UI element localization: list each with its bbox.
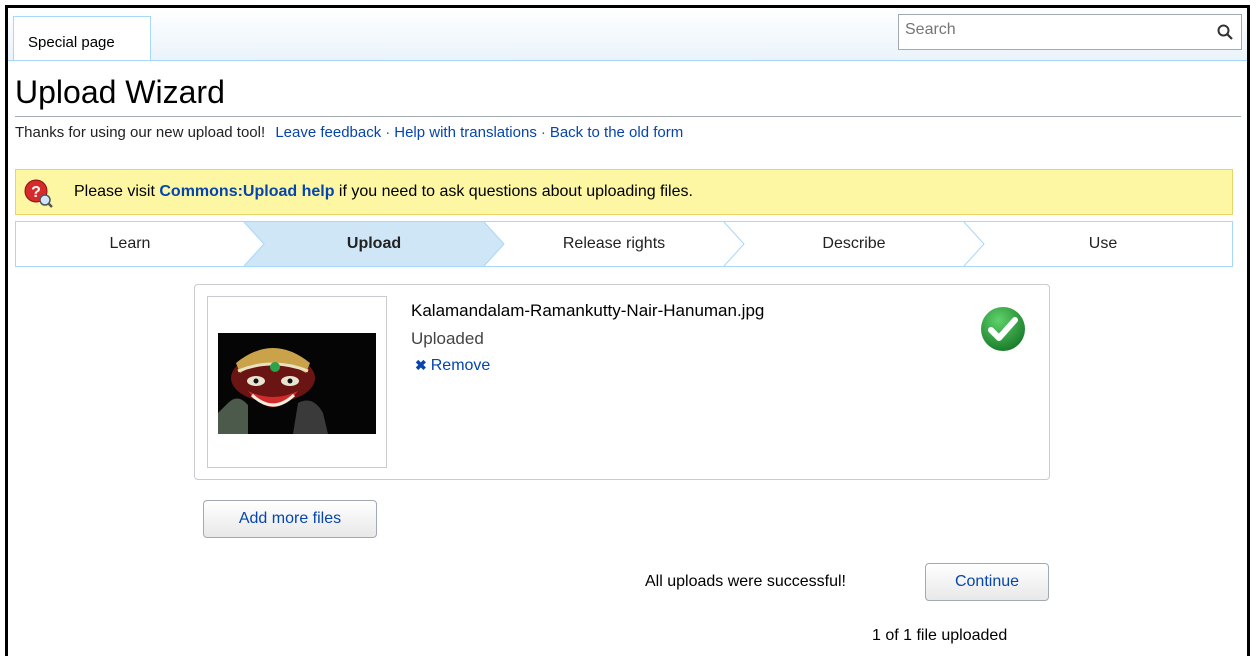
notice-suffix: if you need to ask questions about uploa… (334, 183, 693, 200)
intro-line: Thanks for using our new upload tool! Le… (15, 124, 683, 141)
thumbnail-frame (207, 296, 387, 468)
search-input[interactable] (905, 19, 1195, 41)
tab-label: Special page (28, 34, 115, 51)
svg-text:?: ? (31, 184, 41, 201)
uploaded-file-card: Kalamandalam-Ramankutty-Nair-Hanuman.jpg… (194, 284, 1050, 480)
separator: · (540, 124, 546, 141)
leave-feedback-link[interactable]: Leave feedback (275, 124, 381, 141)
search-icon[interactable] (1217, 24, 1233, 40)
upload-help-link[interactable]: Commons:Upload help (159, 183, 334, 200)
search-box[interactable] (898, 14, 1242, 50)
step-use: Use (1088, 235, 1118, 252)
old-form-link[interactable]: Back to the old form (550, 124, 683, 141)
tab-special-page[interactable]: Special page (13, 16, 151, 60)
step-release-rights: Release rights (562, 235, 666, 252)
title-divider (15, 116, 1241, 117)
x-icon: ✖ (415, 357, 427, 373)
step-describe: Describe (822, 235, 886, 252)
separator: · (385, 124, 391, 141)
question-magnifier-icon: ? (24, 179, 53, 208)
green-checkmark-icon (981, 307, 1025, 351)
success-message: All uploads were successful! (645, 573, 846, 590)
upload-count: 1 of 1 file uploaded (872, 627, 1008, 644)
remove-label: Remove (430, 357, 491, 374)
add-more-files-button[interactable]: Add more files (203, 500, 377, 538)
page-frame: Special page Upload Wizard Thanks for us… (5, 5, 1250, 656)
help-notice: ? Please visit Commons:Upload help if yo… (15, 169, 1233, 215)
notice-message: Please visit Commons:Upload help if you … (74, 183, 693, 201)
step-upload: Upload (346, 235, 402, 252)
page-title: Upload Wizard (15, 74, 225, 110)
top-bar: Special page (8, 8, 1247, 61)
help-translations-link[interactable]: Help with translations (394, 124, 537, 141)
wizard-steps: Learn Upload Release rights Describe Use (15, 221, 1233, 267)
file-status: Uploaded (411, 329, 484, 348)
file-name: Kalamandalam-Ramankutty-Nair-Hanuman.jpg (411, 301, 765, 320)
file-thumbnail (218, 333, 376, 434)
step-learn: Learn (109, 235, 151, 252)
notice-prefix: Please visit (74, 183, 160, 200)
remove-file-link[interactable]: ✖ Remove (415, 357, 490, 375)
intro-text: Thanks for using our new upload tool! (15, 124, 266, 141)
continue-button[interactable]: Continue (925, 563, 1049, 601)
